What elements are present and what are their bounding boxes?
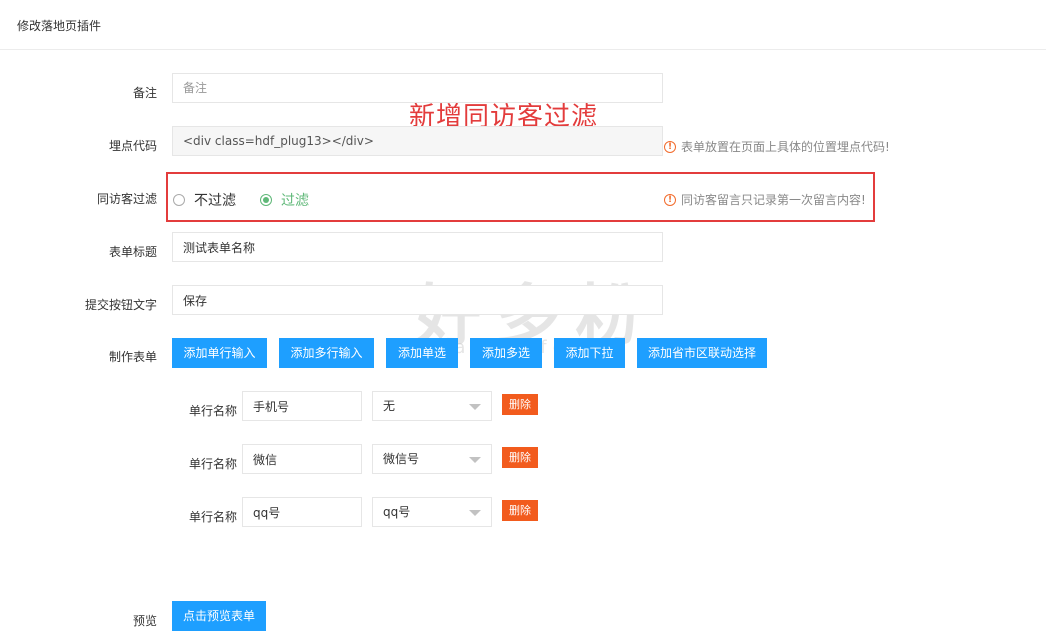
add-single-line-button[interactable]: 添加单行输入 — [172, 338, 267, 368]
radio-no-filter[interactable]: 不过滤 — [173, 190, 236, 210]
chevron-down-icon — [469, 404, 481, 410]
embed-code-hint-text: 表单放置在页面上具体的位置埋点代码! — [681, 140, 890, 154]
row-name-input[interactable] — [242, 391, 362, 421]
radio-filter-label: 过滤 — [281, 193, 309, 209]
form-builder-label: 制作表单 — [108, 350, 157, 364]
embed-code-hint: ! 表单放置在页面上具体的位置埋点代码! — [664, 138, 890, 155]
visitor-filter-hint: ! 同访客留言只记录第一次留言内容! — [664, 191, 866, 208]
radio-no-filter-label: 不过滤 — [194, 193, 236, 209]
row-name-input[interactable] — [242, 497, 362, 527]
radio-checked-icon — [260, 194, 272, 206]
submit-text-input[interactable] — [172, 285, 663, 315]
row-name-label: 单行名称 — [189, 510, 238, 524]
warning-icon: ! — [664, 140, 676, 153]
row-delete-button[interactable]: 删除 — [502, 500, 538, 521]
row-delete-button[interactable]: 删除 — [502, 394, 538, 415]
remark-input[interactable] — [172, 73, 663, 103]
row-name-label: 单行名称 — [189, 404, 238, 418]
row-type-select-value: 微信号 — [383, 452, 420, 466]
row-name-label: 单行名称 — [189, 457, 238, 471]
visitor-filter-label: 同访客过滤 — [96, 192, 157, 206]
row-type-select[interactable]: qq号 — [372, 497, 492, 527]
embed-code-label: 埋点代码 — [108, 139, 157, 153]
preview-form-button[interactable]: 点击预览表单 — [172, 601, 266, 631]
add-radio-button[interactable]: 添加单选 — [386, 338, 458, 368]
row-type-select[interactable]: 微信号 — [372, 444, 492, 474]
row-type-select-value: 无 — [383, 399, 396, 413]
chevron-down-icon — [469, 457, 481, 463]
preview-label: 预览 — [132, 614, 157, 628]
add-dropdown-button[interactable]: 添加下拉 — [554, 338, 625, 368]
add-region-select-button[interactable]: 添加省市区联动选择 — [637, 338, 767, 368]
embed-code-field[interactable]: <div class=hdf_plug13></div> — [172, 126, 663, 156]
row-type-select[interactable]: 无 — [372, 391, 492, 421]
add-checkbox-button[interactable]: 添加多选 — [470, 338, 542, 368]
page-header: 修改落地页插件 — [0, 0, 1046, 50]
row-type-select-value: qq号 — [383, 505, 411, 519]
visitor-filter-hint-text: 同访客留言只记录第一次留言内容! — [681, 193, 866, 207]
radio-circle-icon — [173, 194, 185, 206]
add-multi-line-button[interactable]: 添加多行输入 — [279, 338, 374, 368]
page-title: 修改落地页插件 — [17, 19, 102, 33]
submit-text-label: 提交按钮文字 — [84, 298, 157, 312]
warning-icon: ! — [664, 193, 676, 206]
chevron-down-icon — [469, 510, 481, 516]
row-name-input[interactable] — [242, 444, 362, 474]
form-title-input[interactable] — [172, 232, 663, 262]
row-delete-button[interactable]: 删除 — [502, 447, 538, 468]
radio-filter[interactable]: 过滤 — [260, 190, 309, 210]
remark-label: 备注 — [132, 86, 157, 100]
form-title-label: 表单标题 — [108, 245, 157, 259]
